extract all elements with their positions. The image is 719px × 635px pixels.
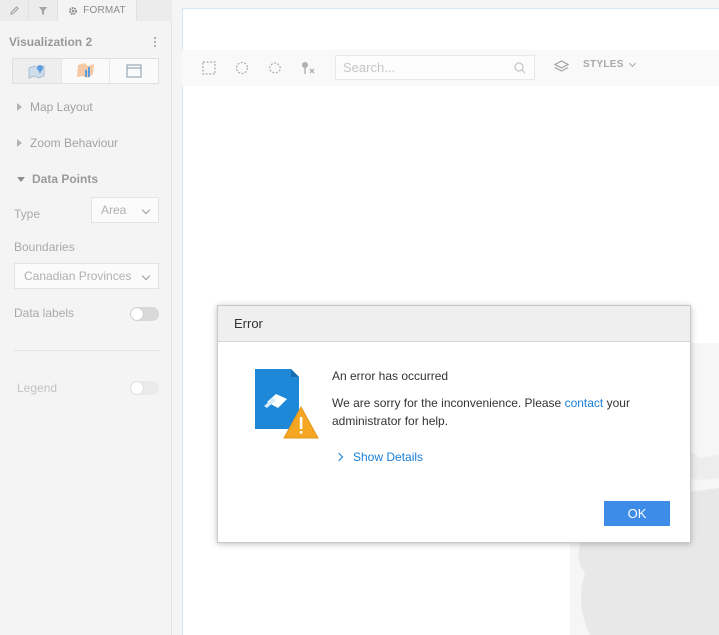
tab-format-label: FORMAT (83, 5, 126, 16)
search-input[interactable]: Search... (335, 55, 535, 80)
pencil-icon (9, 6, 19, 15)
contact-link[interactable]: contact (565, 396, 604, 410)
caret-down-icon (17, 176, 25, 182)
map-pin-icon (28, 65, 45, 79)
dialog-header: Error (218, 306, 690, 342)
data-labels-label: Data labels (14, 306, 75, 320)
section-zoom-behaviour-label: Zoom Behaviour (30, 136, 119, 150)
kebab-menu-icon[interactable] (154, 37, 158, 49)
tab-filter[interactable] (29, 0, 58, 21)
styles-dropdown[interactable]: STYLES (583, 59, 636, 70)
type-label: Type (14, 207, 41, 221)
gear-icon (69, 6, 78, 15)
rectangle-select-icon[interactable] (202, 61, 216, 75)
section-zoom-behaviour[interactable]: Zoom Behaviour (17, 136, 118, 150)
section-data-points[interactable]: Data Points (17, 172, 98, 186)
ok-button[interactable]: OK (604, 501, 670, 526)
file-warning-icon (255, 369, 319, 439)
styles-label: STYLES (583, 59, 624, 70)
type-select[interactable]: Area (91, 197, 159, 223)
show-details-toggle[interactable]: Show Details (334, 450, 424, 464)
error-message: We are sorry for the inconvenience. Plea… (332, 394, 652, 430)
error-dialog: Error An error has occurred We are sorry… (217, 305, 691, 543)
map-chart-view-button[interactable] (62, 59, 111, 83)
error-message-part1: We are sorry for the inconvenience. Plea… (332, 396, 565, 410)
tab-strip-filler (137, 0, 172, 21)
legend-label: Legend (17, 381, 58, 395)
legend-toggle[interactable] (130, 381, 159, 395)
visualization-type-switcher (12, 58, 159, 84)
visualization-title: Visualization 2 (9, 35, 93, 49)
dialog-title: Error (234, 316, 263, 331)
boundaries-select[interactable]: Canadian Provinces (14, 263, 159, 289)
panel-view-button[interactable] (110, 59, 158, 83)
filter-icon (39, 6, 47, 15)
chevron-down-icon (141, 271, 151, 281)
section-data-points-label: Data Points (32, 172, 99, 186)
type-select-value: Area (101, 203, 127, 217)
boundaries-select-value: Canadian Provinces (24, 269, 132, 283)
properties-panel: FORMAT Visualization 2 Map Layout Zoom B… (0, 0, 172, 635)
search-placeholder: Search... (343, 60, 396, 75)
window-icon (126, 64, 142, 78)
data-labels-toggle[interactable] (130, 307, 159, 321)
search-icon (514, 62, 526, 74)
tab-edit[interactable] (0, 0, 29, 21)
caret-right-icon (17, 103, 22, 111)
chevron-down-icon (141, 205, 151, 215)
clear-pin-icon[interactable] (300, 61, 316, 75)
map-chart-icon (76, 63, 94, 78)
section-map-layout-label: Map Layout (30, 100, 93, 114)
section-map-layout[interactable]: Map Layout (17, 100, 93, 114)
panel-divider (14, 350, 159, 351)
map-view-button[interactable] (13, 59, 62, 83)
panel-tabs: FORMAT (0, 0, 172, 21)
circle-select-icon[interactable] (235, 61, 249, 75)
layers-icon[interactable] (554, 60, 569, 74)
app-root: FORMAT Visualization 2 Map Layout Zoom B… (0, 0, 719, 635)
tab-format[interactable]: FORMAT (58, 0, 137, 21)
error-title: An error has occurred (332, 369, 449, 383)
chevron-down-icon (628, 59, 636, 67)
caret-right-icon (17, 139, 22, 147)
boundaries-label: Boundaries (14, 240, 75, 254)
lasso-select-icon[interactable] (268, 61, 282, 75)
chevron-right-icon (334, 452, 344, 462)
show-details-label: Show Details (353, 450, 424, 464)
